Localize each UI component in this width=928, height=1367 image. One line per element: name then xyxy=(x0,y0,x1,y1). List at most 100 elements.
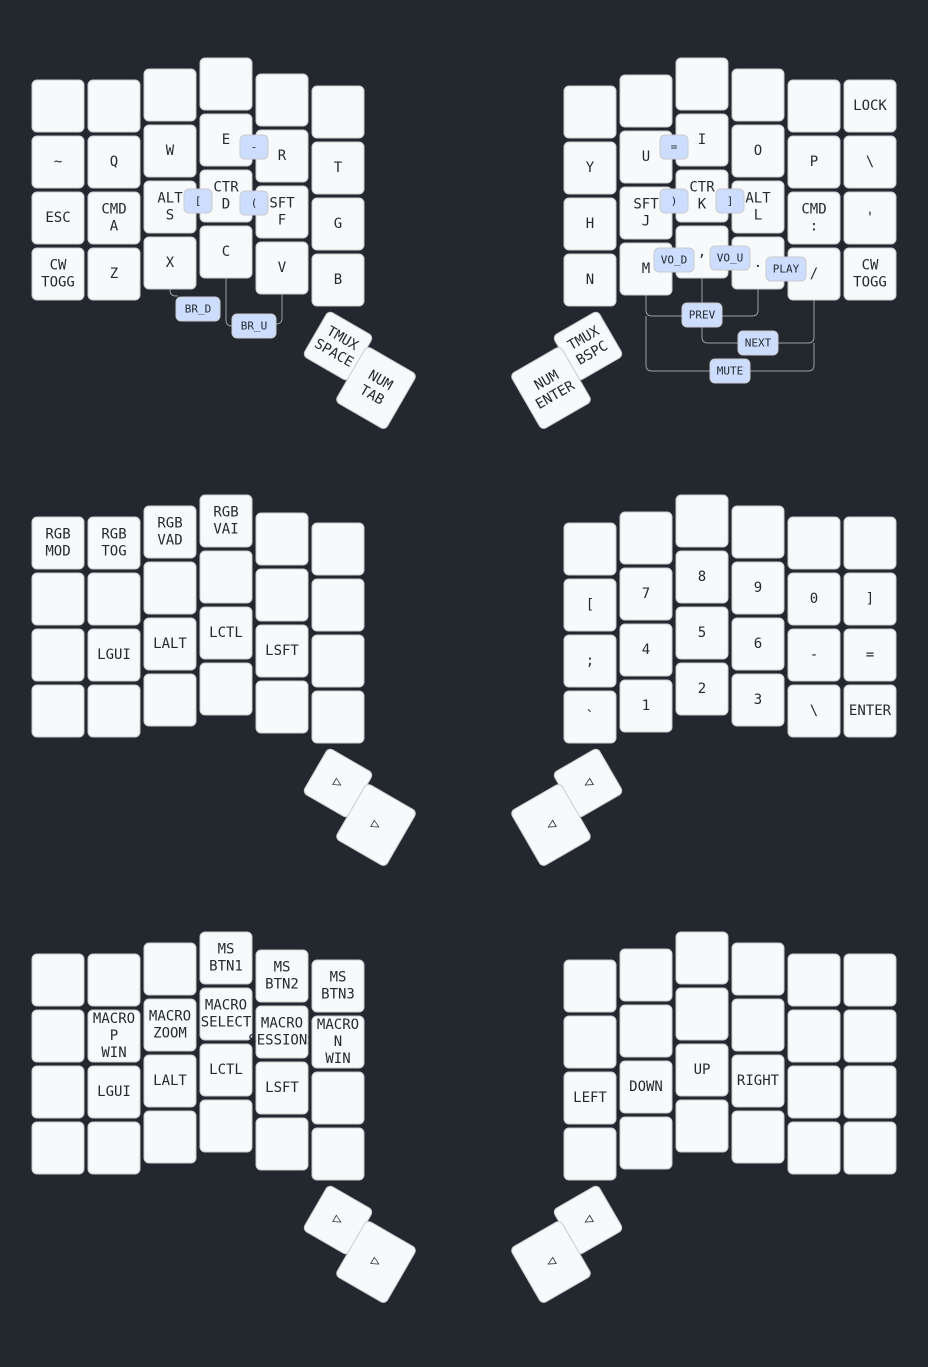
key-label: 4 xyxy=(642,642,650,658)
key-label: CTR xyxy=(213,180,239,196)
key-label: RGB xyxy=(101,527,126,543)
key-blank xyxy=(563,522,617,576)
key-c: C xyxy=(199,225,253,279)
keycap xyxy=(199,550,253,604)
keycap xyxy=(199,57,253,111)
key-lsft: LSFT xyxy=(255,1061,309,1115)
keycap xyxy=(619,948,673,1002)
key-label: P xyxy=(110,1028,118,1044)
combo-play: PLAY xyxy=(765,256,807,282)
key-b: B xyxy=(311,253,365,307)
key-label: D xyxy=(222,197,230,213)
key-label: MACRO xyxy=(93,1011,135,1027)
key-label: LCTL xyxy=(209,1062,243,1078)
combo-vo-u: VO_U xyxy=(709,245,751,271)
key-label: A xyxy=(110,219,119,235)
key-label: B xyxy=(334,272,342,288)
key-label: I xyxy=(698,132,706,148)
key-label: V xyxy=(278,260,287,276)
key-label: CMD xyxy=(101,202,126,218)
key-label: Q xyxy=(110,154,118,170)
key-blank xyxy=(731,68,785,122)
key-label: P xyxy=(810,154,818,170)
keycap xyxy=(843,516,897,570)
key-blank xyxy=(143,673,197,727)
key-label: LSFT xyxy=(265,643,299,659)
keycap xyxy=(31,79,85,133)
key-label: C xyxy=(222,244,230,260)
key-blank xyxy=(199,1099,253,1153)
combo-next: NEXT xyxy=(737,330,779,356)
key-blank xyxy=(199,550,253,604)
key-label: LEFT xyxy=(573,1090,607,1106)
key-blank xyxy=(143,561,197,615)
key-x: X xyxy=(143,236,197,290)
key-lock: LOCK xyxy=(843,79,897,133)
key-ms-btn2: MSBTN2 xyxy=(255,949,309,1003)
combo-label: ( xyxy=(251,197,258,210)
key-g: G xyxy=(311,197,365,251)
key-label: R xyxy=(278,148,287,164)
key-lctl: LCTL xyxy=(199,606,253,660)
key-o: O xyxy=(731,124,785,178)
keycap xyxy=(31,1065,85,1119)
keycap xyxy=(31,953,85,1007)
key-label: K xyxy=(698,197,707,213)
keycap xyxy=(87,684,141,738)
key-cw-togg: CWTOGG xyxy=(31,247,85,301)
key-label: , xyxy=(698,244,706,260)
key-label: MOD xyxy=(45,544,70,560)
keycap xyxy=(787,1121,841,1175)
key-label: O xyxy=(754,143,762,159)
keycap xyxy=(843,1065,897,1119)
combo-blank: = xyxy=(659,134,689,160)
keycap xyxy=(563,522,617,576)
key-1: 1 xyxy=(619,679,673,733)
key-label: T xyxy=(334,160,343,176)
key-label: LSFT xyxy=(265,1080,299,1096)
key-lalt: LALT xyxy=(143,617,197,671)
key-label: BTN2 xyxy=(265,977,299,993)
keycap xyxy=(311,1127,365,1181)
key-n: N xyxy=(563,253,617,307)
key-label: M xyxy=(642,261,650,277)
key-label: 2 xyxy=(698,681,706,697)
key-blank: ` xyxy=(563,690,617,744)
key-label: ENTER xyxy=(849,703,892,719)
key-blank xyxy=(675,494,729,548)
keycap xyxy=(311,1071,365,1125)
key-blank: - xyxy=(787,628,841,682)
keycap xyxy=(143,942,197,996)
key-2: 2 xyxy=(675,662,729,716)
key-label: L xyxy=(754,208,762,224)
key-blank xyxy=(311,578,365,632)
key-label: RGB xyxy=(45,527,70,543)
combo-mute: MUTE xyxy=(709,358,751,384)
combo-label: BR_D xyxy=(185,303,212,316)
key-8: 8 xyxy=(675,550,729,604)
combo-label: - xyxy=(251,141,258,154)
key-lgui: LGUI xyxy=(87,628,141,682)
keycap xyxy=(199,1099,253,1153)
keycap xyxy=(563,959,617,1013)
key-label: LGUI xyxy=(97,647,131,663)
key-label: VAD xyxy=(157,533,182,549)
key-label: ; xyxy=(586,653,594,669)
combo-label: ] xyxy=(727,195,734,208)
key-blank xyxy=(255,680,309,734)
key-w: W xyxy=(143,124,197,178)
key-label: RIGHT xyxy=(737,1073,780,1089)
keycap xyxy=(255,1117,309,1171)
key-label: MACRO xyxy=(261,1016,303,1032)
key-label: 6 xyxy=(754,636,762,652)
key-label: E xyxy=(222,132,230,148)
combo-label: MUTE xyxy=(717,365,744,378)
keycap xyxy=(619,1004,673,1058)
key-blank xyxy=(31,79,85,133)
key-label: CW xyxy=(862,258,879,274)
combo-label: BR_U xyxy=(241,320,268,333)
key-macro-sessions: MACROSESSIONS xyxy=(248,1005,316,1059)
key-macro-zoom: MACROZOOM xyxy=(143,998,197,1052)
key-9: 9 xyxy=(731,561,785,615)
key-blank xyxy=(619,1116,673,1170)
